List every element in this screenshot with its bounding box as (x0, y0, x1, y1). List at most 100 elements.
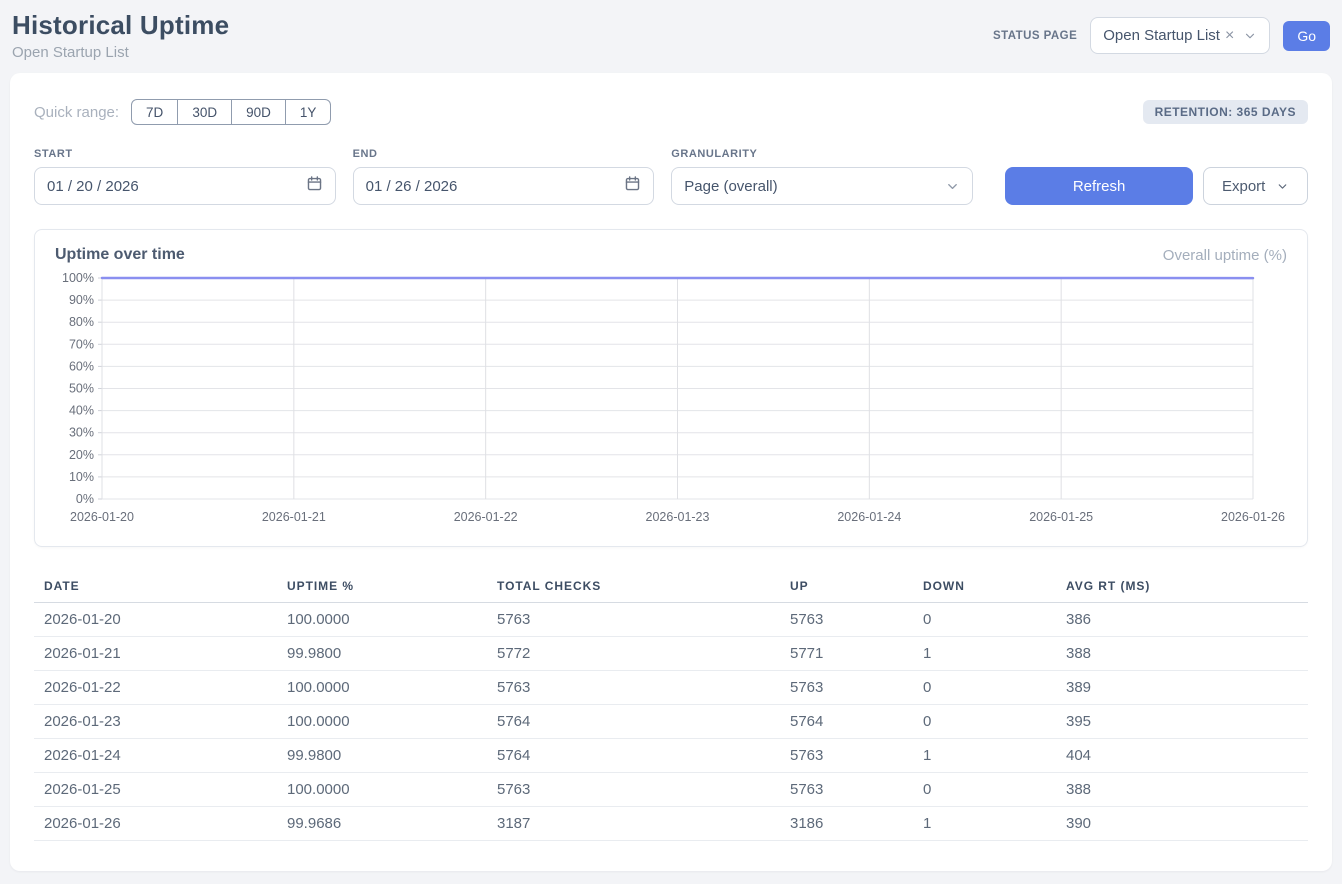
end-label: END (353, 148, 655, 160)
table-cell: 404 (1056, 739, 1308, 773)
svg-text:90%: 90% (69, 293, 94, 307)
table-cell: 0 (913, 603, 1056, 637)
table-cell: 1 (913, 739, 1056, 773)
svg-text:2026-01-26: 2026-01-26 (1221, 510, 1285, 524)
table-cell: 3186 (780, 807, 913, 841)
svg-text:40%: 40% (69, 404, 94, 418)
table-cell: 100.0000 (277, 671, 487, 705)
table-cell: 100.0000 (277, 705, 487, 739)
granularity-field: GRANULARITY Page (overall) (671, 148, 973, 205)
svg-text:2026-01-23: 2026-01-23 (646, 510, 710, 524)
svg-text:30%: 30% (69, 426, 94, 440)
table-cell: 2026-01-23 (34, 705, 277, 739)
table-cell: 3187 (487, 807, 780, 841)
export-button-label: Export (1222, 178, 1265, 195)
table-cell: 99.9800 (277, 739, 487, 773)
svg-text:70%: 70% (69, 337, 94, 351)
table-cell: 1 (913, 637, 1056, 671)
table-row: 2026-01-2199.9800577257711388 (34, 637, 1308, 671)
svg-text:2026-01-20: 2026-01-20 (70, 510, 134, 524)
column-header-up: UP (780, 573, 913, 603)
table-cell: 5763 (780, 603, 913, 637)
table-cell: 5763 (780, 739, 913, 773)
table-cell: 2026-01-25 (34, 773, 277, 807)
uptime-chart-card: Uptime over time Overall uptime (%) 0% 10… (34, 229, 1308, 547)
table-cell: 2026-01-21 (34, 637, 277, 671)
table-cell: 99.9800 (277, 637, 487, 671)
main-panel: Quick range: 7D 30D 90D 1Y RETENTION: 36… (10, 73, 1332, 871)
status-page-selected-value: Open Startup List (1103, 27, 1220, 44)
table-cell: 5764 (780, 705, 913, 739)
topbar-right: STATUS PAGE Open Startup List × Go (993, 17, 1330, 54)
calendar-icon[interactable] (624, 175, 641, 197)
chevron-down-icon (945, 179, 960, 194)
uptime-table-body: 2026-01-20100.00005763576303862026-01-21… (34, 603, 1308, 841)
quick-range-row: Quick range: 7D 30D 90D 1Y RETENTION: 36… (34, 99, 1308, 125)
table-cell: 5772 (487, 637, 780, 671)
title-block: Historical Uptime Open Startup List (12, 10, 229, 61)
table-cell: 5764 (487, 705, 780, 739)
table-cell: 5771 (780, 637, 913, 671)
clear-selection-icon[interactable]: × (1224, 28, 1235, 44)
end-date-input[interactable]: 01 / 26 / 2026 (353, 167, 655, 205)
table-cell: 0 (913, 705, 1056, 739)
svg-text:20%: 20% (69, 448, 94, 462)
table-cell: 5763 (487, 773, 780, 807)
svg-text:60%: 60% (69, 359, 94, 373)
chart-title: Uptime over time (55, 246, 185, 264)
page-subtitle: Open Startup List (12, 44, 229, 61)
start-date-value: 01 / 20 / 2026 (47, 178, 139, 195)
start-date-input[interactable]: 01 / 20 / 2026 (34, 167, 336, 205)
chart-header: Uptime over time Overall uptime (%) (55, 246, 1287, 264)
go-button[interactable]: Go (1283, 21, 1330, 51)
status-page-select[interactable]: Open Startup List × (1090, 17, 1270, 54)
quick-range-label: Quick range: (34, 104, 119, 121)
table-row: 2026-01-2699.9686318731861390 (34, 807, 1308, 841)
table-row: 2026-01-2499.9800576457631404 (34, 739, 1308, 773)
quick-range-1y-button[interactable]: 1Y (286, 99, 332, 125)
column-header-down: DOWN (913, 573, 1056, 603)
table-row: 2026-01-25100.0000576357630388 (34, 773, 1308, 807)
refresh-button[interactable]: Refresh (1005, 167, 1193, 205)
table-header-row: DATE UPTIME % TOTAL CHECKS UP DOWN AVG R… (34, 573, 1308, 603)
svg-text:10%: 10% (69, 470, 94, 484)
table-cell: 388 (1056, 773, 1308, 807)
table-cell: 5763 (780, 773, 913, 807)
svg-text:0%: 0% (76, 492, 94, 506)
svg-text:2026-01-24: 2026-01-24 (837, 510, 901, 524)
quick-range-group: 7D 30D 90D 1Y (131, 99, 331, 125)
table-cell: 2026-01-20 (34, 603, 277, 637)
table-cell: 388 (1056, 637, 1308, 671)
quick-range-30d-button[interactable]: 30D (178, 99, 232, 125)
page-title: Historical Uptime (12, 10, 229, 41)
svg-text:100%: 100% (62, 271, 94, 285)
topbar: Historical Uptime Open Startup List STAT… (0, 0, 1342, 61)
table-cell: 1 (913, 807, 1056, 841)
svg-text:50%: 50% (69, 382, 94, 396)
table-cell: 386 (1056, 603, 1308, 637)
export-button[interactable]: Export (1203, 167, 1308, 205)
granularity-label: GRANULARITY (671, 148, 973, 160)
table-cell: 2026-01-24 (34, 739, 277, 773)
column-header-total-checks: TOTAL CHECKS (487, 573, 780, 603)
table-cell: 390 (1056, 807, 1308, 841)
granularity-select[interactable]: Page (overall) (671, 167, 973, 205)
status-page-label: STATUS PAGE (993, 30, 1077, 42)
start-date-field: START 01 / 20 / 2026 (34, 148, 336, 205)
table-row: 2026-01-23100.0000576457640395 (34, 705, 1308, 739)
table-cell: 2026-01-26 (34, 807, 277, 841)
table-cell: 5764 (487, 739, 780, 773)
chart-legend-label: Overall uptime (%) (1163, 247, 1287, 264)
end-date-value: 01 / 26 / 2026 (366, 178, 458, 195)
table-row: 2026-01-22100.0000576357630389 (34, 671, 1308, 705)
granularity-selected-value: Page (overall) (684, 178, 777, 195)
quick-range-7d-button[interactable]: 7D (131, 99, 178, 125)
quick-range-90d-button[interactable]: 90D (232, 99, 286, 125)
column-header-uptime: UPTIME % (277, 573, 487, 603)
column-header-avg-rt: AVG RT (MS) (1056, 573, 1308, 603)
retention-badge: RETENTION: 365 DAYS (1143, 100, 1308, 124)
table-cell: 5763 (487, 603, 780, 637)
table-cell: 0 (913, 773, 1056, 807)
calendar-icon[interactable] (306, 175, 323, 197)
table-cell: 395 (1056, 705, 1308, 739)
